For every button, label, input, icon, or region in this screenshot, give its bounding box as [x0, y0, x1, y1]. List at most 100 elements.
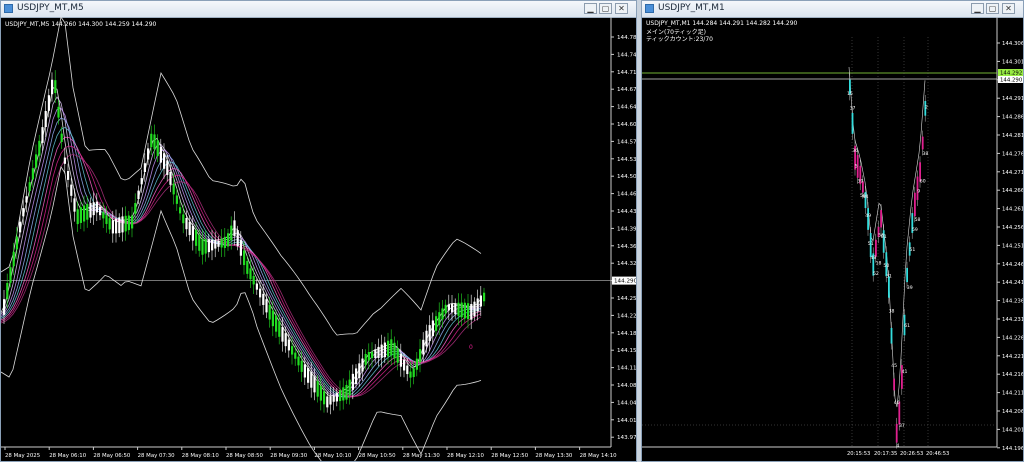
candle-body — [390, 339, 393, 356]
tick-count: 37 — [850, 105, 856, 111]
candle-body — [35, 154, 38, 168]
candle-body — [403, 359, 406, 371]
price-label: 144.325 — [617, 261, 637, 267]
candle-body — [428, 325, 431, 342]
price-label: 144.246 — [1002, 262, 1024, 268]
time-label: 28 May 13:30 — [535, 453, 573, 459]
price-label: 144.710 — [617, 70, 637, 76]
price-label: 144.220 — [617, 313, 637, 319]
bollinger-upper — [1, 17, 482, 336]
price-label: 144.306 — [1002, 41, 1024, 47]
time-label: 28 May 07:30 — [138, 453, 176, 459]
candle-body — [207, 239, 210, 253]
candle-body — [166, 160, 169, 175]
candle-body — [399, 353, 402, 367]
tick-count: 60 — [920, 178, 926, 184]
candle-body — [851, 112, 854, 134]
candle-body — [70, 184, 73, 196]
candle-body — [31, 168, 34, 180]
candle-body — [364, 353, 367, 365]
candle-body — [38, 140, 41, 156]
tick-count: 51 — [909, 247, 915, 253]
time-label: 28 May 14:10 — [580, 453, 618, 459]
tick-count: 38 — [889, 308, 895, 314]
tick-count: 41 — [902, 369, 908, 375]
candle-body — [163, 153, 166, 169]
price-label: 144.276 — [1002, 151, 1024, 157]
candle-body — [127, 215, 130, 231]
signal-marker: 0 — [469, 344, 473, 351]
tick-count: 9 — [917, 189, 920, 195]
tick-count: 36 — [852, 148, 858, 154]
candle-body — [147, 148, 150, 160]
candle-body — [914, 192, 916, 217]
candle-body — [249, 268, 252, 280]
candle-body — [335, 392, 338, 402]
price-label: 144.256 — [1002, 225, 1024, 231]
price-label: 144.286 — [1002, 115, 1024, 121]
chart-window-m1[interactable]: USDJPY_MT,M1 ▁ ▢ ✕ USDJPY_MT,M1 144.284 … — [641, 0, 1024, 462]
price-chart-m1[interactable]: 144.306144.301144.296144.291144.286144.2… — [642, 17, 1024, 462]
candle-body — [172, 183, 175, 195]
price-label: 144.535 — [617, 157, 637, 163]
candle-body — [246, 260, 249, 274]
candle-body — [916, 176, 919, 200]
candle-body — [54, 80, 57, 94]
candle-body — [467, 303, 470, 320]
candle-body — [124, 215, 127, 232]
candle-body — [875, 239, 877, 257]
candle-body — [243, 250, 246, 266]
close-icon[interactable]: ✕ — [615, 3, 628, 14]
titlebar-m1[interactable]: USDJPY_MT,M1 ▁ ▢ ✕ — [642, 1, 1023, 18]
candle-body — [137, 190, 140, 199]
tick-count: 44 — [863, 194, 869, 200]
candle-body — [223, 236, 226, 249]
candle-body — [230, 225, 233, 241]
candle-body — [396, 348, 399, 363]
price-label: 144.430 — [617, 209, 637, 215]
candle-body — [47, 95, 50, 111]
candle-body — [339, 389, 342, 402]
close-icon[interactable]: ✕ — [1002, 3, 1015, 14]
candle-body — [345, 384, 348, 400]
price-label: 144.241 — [1002, 280, 1024, 286]
price-label: 143.975 — [617, 435, 637, 441]
candle-body — [92, 202, 95, 216]
candle-body — [415, 358, 418, 370]
price-chart-m5[interactable]: 144.780 144.745 144.710 144.675 144.640 144.6… — [1, 17, 637, 462]
price-label: 144.261 — [1002, 207, 1024, 213]
price-label: 144.226 — [1002, 335, 1024, 341]
candle-body — [239, 240, 242, 256]
time-label: 28 May 06:10 — [49, 453, 87, 459]
price-label: 144.570 — [617, 139, 637, 145]
maximize-icon[interactable]: ▢ — [599, 3, 612, 14]
candle-body — [179, 207, 182, 214]
candle-body — [99, 206, 102, 216]
chart-window-m5[interactable]: USDJPY_MT,M5 ▁ ▢ ✕ USDJPY_MT,M5 144.260 … — [0, 0, 637, 462]
price-label: 144.221 — [1002, 354, 1024, 360]
candle-body — [901, 365, 903, 389]
candle-body — [294, 352, 297, 359]
minimize-icon[interactable]: ▁ — [584, 3, 597, 14]
moving-average-line — [1, 154, 482, 397]
candle-body — [355, 368, 358, 385]
candle-body — [159, 146, 162, 163]
price-label: 144.291 — [1002, 96, 1024, 102]
time-label: 20:46:53 — [926, 451, 949, 457]
maximize-icon[interactable]: ▢ — [986, 3, 999, 14]
candle-body — [476, 298, 479, 312]
price-label: 144.360 — [617, 244, 637, 250]
candle-body — [361, 358, 364, 372]
candle-body — [265, 299, 268, 313]
candle-body — [329, 396, 332, 405]
candle-body — [252, 275, 255, 285]
candle-body — [457, 302, 460, 316]
candle-body — [431, 320, 434, 337]
bollinger-lower — [1, 165, 482, 461]
minimize-icon[interactable]: ▁ — [971, 3, 984, 14]
candle-body — [380, 344, 383, 358]
candle-body — [278, 321, 281, 337]
candle-body — [89, 203, 92, 218]
titlebar-m5[interactable]: USDJPY_MT,M5 ▁ ▢ ✕ — [1, 1, 636, 18]
price-label: 144.745 — [617, 52, 637, 58]
